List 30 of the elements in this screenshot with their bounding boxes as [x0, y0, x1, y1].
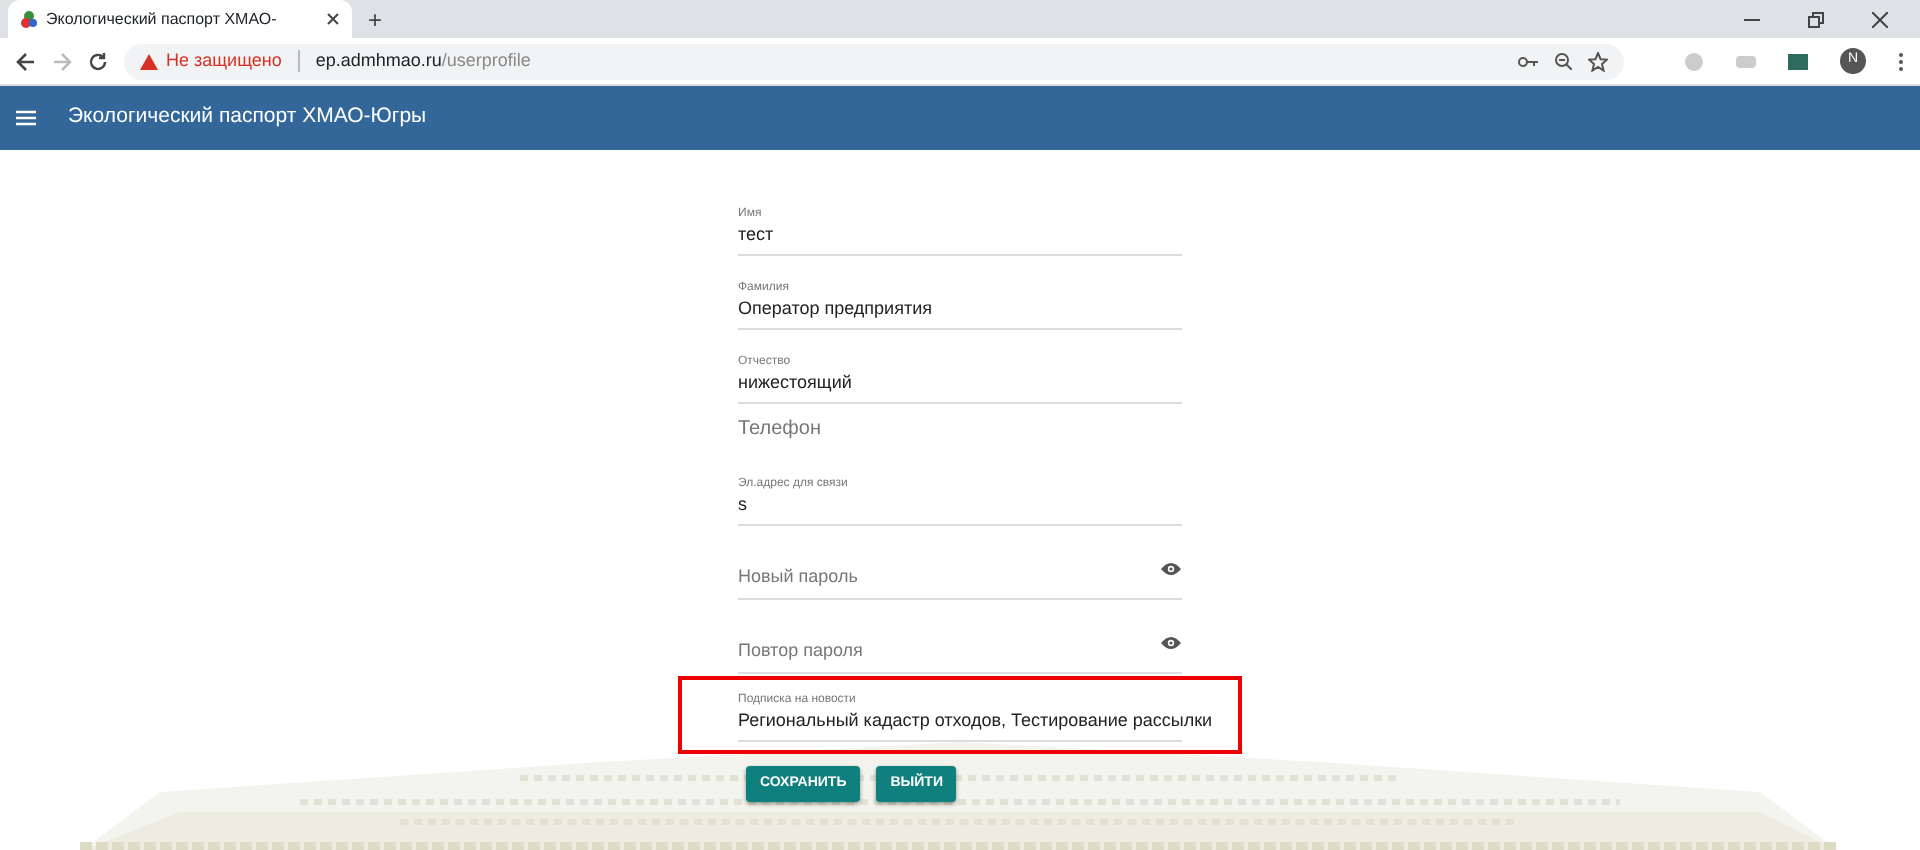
reload-icon[interactable] — [88, 51, 108, 71]
password-field[interactable]: Новый пароль — [738, 563, 858, 590]
warning-icon — [140, 53, 158, 69]
field-value[interactable]: нижестоящий — [738, 370, 1182, 394]
restore-icon[interactable] — [1808, 11, 1824, 27]
field-value[interactable]: тест — [738, 222, 1182, 246]
favicon-icon — [20, 10, 38, 28]
select-value[interactable]: Региональный кадастр отходов, Тестирование рассылки — [738, 708, 1213, 732]
field-value[interactable]: s — [738, 492, 1182, 516]
menu-icon[interactable] — [16, 110, 36, 126]
zoom-out-icon[interactable] — [1554, 52, 1572, 70]
password-field[interactable]: Повтор пароля — [738, 637, 863, 664]
app-title: Экологический паспорт ХМАО-Югры — [68, 102, 427, 133]
field-value[interactable]: Оператор предприятия — [738, 296, 1182, 320]
extension-icon[interactable] — [1788, 53, 1808, 69]
back-icon[interactable] — [16, 51, 36, 71]
key-icon[interactable] — [1518, 53, 1538, 69]
close-icon[interactable] — [326, 12, 340, 26]
tab-title: Экологический паспорт ХМАО- — [46, 7, 279, 31]
security-label: Не защищено — [166, 47, 282, 74]
address-bar[interactable]: Не защищено ep.admhmao.ru/userprofile — [124, 43, 1624, 79]
field-placeholder[interactable]: Телефон — [738, 414, 1182, 444]
star-icon[interactable] — [1588, 51, 1608, 71]
url-text: ep.admhmao.ru/userprofile — [315, 47, 531, 74]
close-icon[interactable] — [1872, 11, 1888, 27]
new-tab-button[interactable]: + — [368, 2, 383, 38]
eye-icon[interactable] — [1160, 635, 1182, 650]
more-icon[interactable] — [1898, 51, 1904, 71]
browser-tab[interactable]: Экологический паспорт ХМАО- — [8, 0, 352, 38]
eye-icon[interactable] — [1160, 561, 1182, 576]
